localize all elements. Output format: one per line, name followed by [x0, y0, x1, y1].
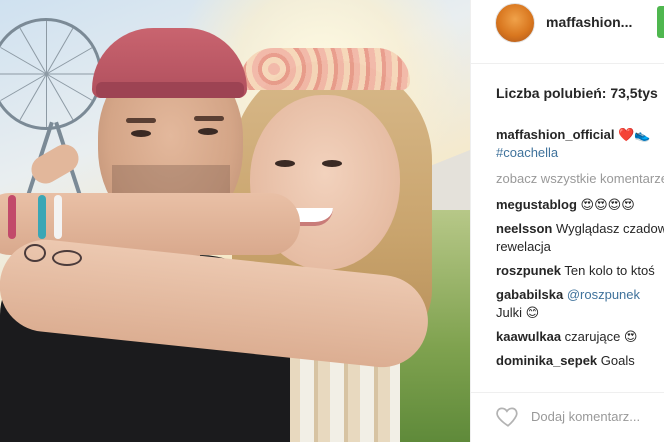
post-sidebar: maffashion... Liczba polubień: 73,5tys m…: [470, 0, 664, 442]
comment-username[interactable]: roszpunek: [496, 263, 561, 278]
flower-crown: [240, 48, 410, 90]
caption-emoji: ❤️👟: [618, 127, 651, 142]
post-actions: Dodaj komentarz...: [471, 392, 664, 442]
comment-item: dominika_sepek Goals: [496, 352, 664, 370]
comment-text: czarujące 😍: [564, 329, 638, 344]
man-brow: [194, 116, 224, 121]
comment-text: 😍😍😍😍: [580, 197, 635, 212]
caption: maffashion_official ❤️👟: [496, 126, 664, 144]
follow-button[interactable]: [657, 6, 664, 38]
post-header: maffashion...: [471, 0, 664, 64]
heart-outline-icon[interactable]: [495, 403, 521, 429]
raised-hand: [26, 139, 84, 189]
post-photo[interactable]: [0, 0, 470, 442]
comment-text-line2: rewelacja: [496, 239, 551, 254]
comment-text: Goals: [600, 353, 635, 368]
comment-username[interactable]: kaawulkaa: [496, 329, 561, 344]
author-avatar[interactable]: [495, 3, 535, 43]
woman-eye: [322, 160, 342, 167]
bracelet: [8, 195, 16, 239]
man-eye: [131, 130, 151, 137]
man-cap-band: [96, 82, 244, 98]
comment-item: kaawulkaa czarujące 😍: [496, 328, 664, 346]
comment-username[interactable]: megustablog: [496, 197, 577, 212]
comment-username[interactable]: gababilska: [496, 287, 563, 302]
comment-text: Wyglądasz czadowo!: [555, 221, 664, 236]
caption-second-line: #coachella: [496, 144, 664, 162]
people-selfie: [0, 0, 470, 442]
caption-username[interactable]: maffashion_official: [496, 127, 614, 142]
comment-item: roszpunek Ten kolo to ktoś: [496, 262, 664, 280]
comment-text-line2: Julki 😊: [496, 305, 540, 320]
man-eye: [198, 128, 218, 135]
man-brow: [126, 118, 156, 123]
comment-item: neelsson Wyglądasz czadowo! rewelacja: [496, 220, 664, 256]
comment-username[interactable]: dominika_sepek: [496, 353, 597, 368]
bracelet: [38, 195, 46, 239]
tattoo: [24, 244, 46, 262]
comment-username[interactable]: neelsson: [496, 221, 552, 236]
bracelet: [54, 195, 62, 239]
comment-mention[interactable]: @roszpunek: [567, 287, 640, 302]
tattoo: [52, 250, 82, 266]
comments-list: maffashion_official ❤️👟 #coachella zobac…: [496, 126, 664, 376]
likes-count[interactable]: Liczba polubień: 73,5tys: [496, 85, 658, 101]
comment-item: megustablog 😍😍😍😍: [496, 196, 664, 214]
comment-text: Ten kolo to ktoś: [564, 263, 655, 278]
comment-item: gababilska @roszpunek Julki 😊: [496, 286, 664, 322]
woman-eye: [275, 160, 295, 167]
see-all-comments-link[interactable]: zobacz wszystkie komentarze: [496, 170, 664, 188]
add-comment-input[interactable]: Dodaj komentarz...: [531, 409, 640, 424]
author-username[interactable]: maffashion...: [546, 14, 632, 30]
caption-hashtag[interactable]: #coachella: [496, 145, 558, 160]
